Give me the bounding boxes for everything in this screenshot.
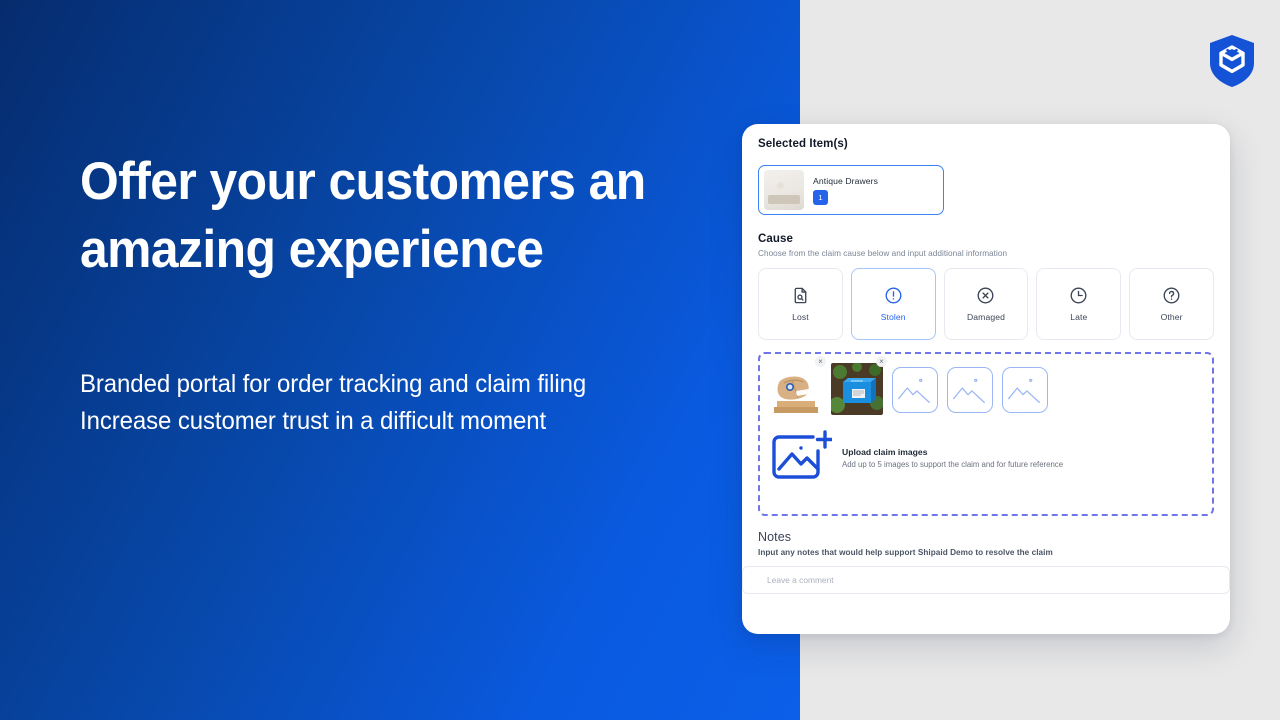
cause-option-stolen[interactable]: Stolen [850,268,936,340]
damaged-brown-package-photo [770,363,822,415]
remove-image-button[interactable]: × [815,356,826,367]
cause-option-lost[interactable]: Lost [758,268,843,340]
cause-option-late[interactable]: Late [1036,268,1122,340]
item-thumbnail-icon [764,170,804,210]
cause-option-label: Stolen [880,312,906,322]
hero-subtitle: Branded portal for order tracking and cl… [80,366,704,440]
cause-options: Lost Stolen Damaged Late Other [758,268,1214,340]
notes-subtitle: Input any notes that would help support … [758,548,1053,557]
upload-description: Add up to 5 images to support the claim … [842,459,1064,469]
cause-subtitle: Choose from the claim cause below and in… [758,249,1008,258]
slide-canvas: Offer your customers an amazing experien… [0,0,1280,720]
uploaded-images-row: × × [770,356,1202,415]
claim-form-card: Selected Item(s) Antique Drawers 1 Cause… [742,124,1230,634]
remove-image-button[interactable]: × [876,356,887,367]
notes-title: Notes [758,530,792,544]
cause-title: Cause [758,233,794,245]
add-image-icon[interactable] [770,427,835,488]
cause-option-label: Lost [792,312,809,322]
cause-option-label: Late [1070,312,1088,322]
x-circle-icon [976,286,995,305]
notes-section: Notes Input any notes that would help su… [742,530,1230,594]
notes-input[interactable]: Leave a comment [742,566,1230,594]
hero-subtitle-line-1: Branded portal for order tracking and cl… [80,370,587,398]
item-quantity-badge: 1 [813,189,828,205]
image-placeholder-1[interactable] [892,367,938,413]
hero-subtitle-line-2: Increase customer trust in a difficult m… [80,407,547,435]
selected-items-title: Selected Item(s) [758,138,848,150]
upload-text-block: Upload claim images Add up to 5 images t… [842,447,1063,469]
question-circle-icon [1162,286,1181,305]
upload-call-to-action[interactable]: Upload claim images Add up to 5 images t… [770,427,1202,488]
shipaid-shield-box-logo-icon [1208,34,1256,88]
selected-items-section: Selected Item(s) Antique Drawers 1 [758,138,1214,215]
blue-crate-on-soil-photo [831,363,883,415]
hero-panel: Offer your customers an amazing experien… [0,0,800,720]
selected-items-list: Antique Drawers 1 [758,165,1214,215]
selected-item-card[interactable]: Antique Drawers 1 [758,165,944,215]
cause-section: Cause Choose from the claim cause below … [758,233,1214,340]
cause-option-damaged[interactable]: Damaged [943,268,1029,340]
image-upload-dropzone[interactable]: × × Upload claim images Add up to 5 imag… [758,352,1214,516]
image-placeholder-3[interactable] [1002,367,1048,413]
item-info: Antique Drawers 1 [813,176,878,205]
page-title: Offer your customers an amazing experien… [80,152,646,279]
clock-icon [1069,286,1088,305]
cause-option-label: Other [1160,312,1183,322]
document-search-icon [791,286,810,305]
uploaded-image-2[interactable]: × [831,356,887,415]
image-placeholder-2[interactable] [947,367,993,413]
uploaded-image-1[interactable]: × [770,356,826,415]
cause-option-label: Damaged [967,312,1005,322]
exclamation-circle-icon [884,286,903,305]
cause-option-other[interactable]: Other [1129,268,1214,340]
item-name: Antique Drawers [813,175,879,186]
upload-heading: Upload claim images [842,446,928,457]
